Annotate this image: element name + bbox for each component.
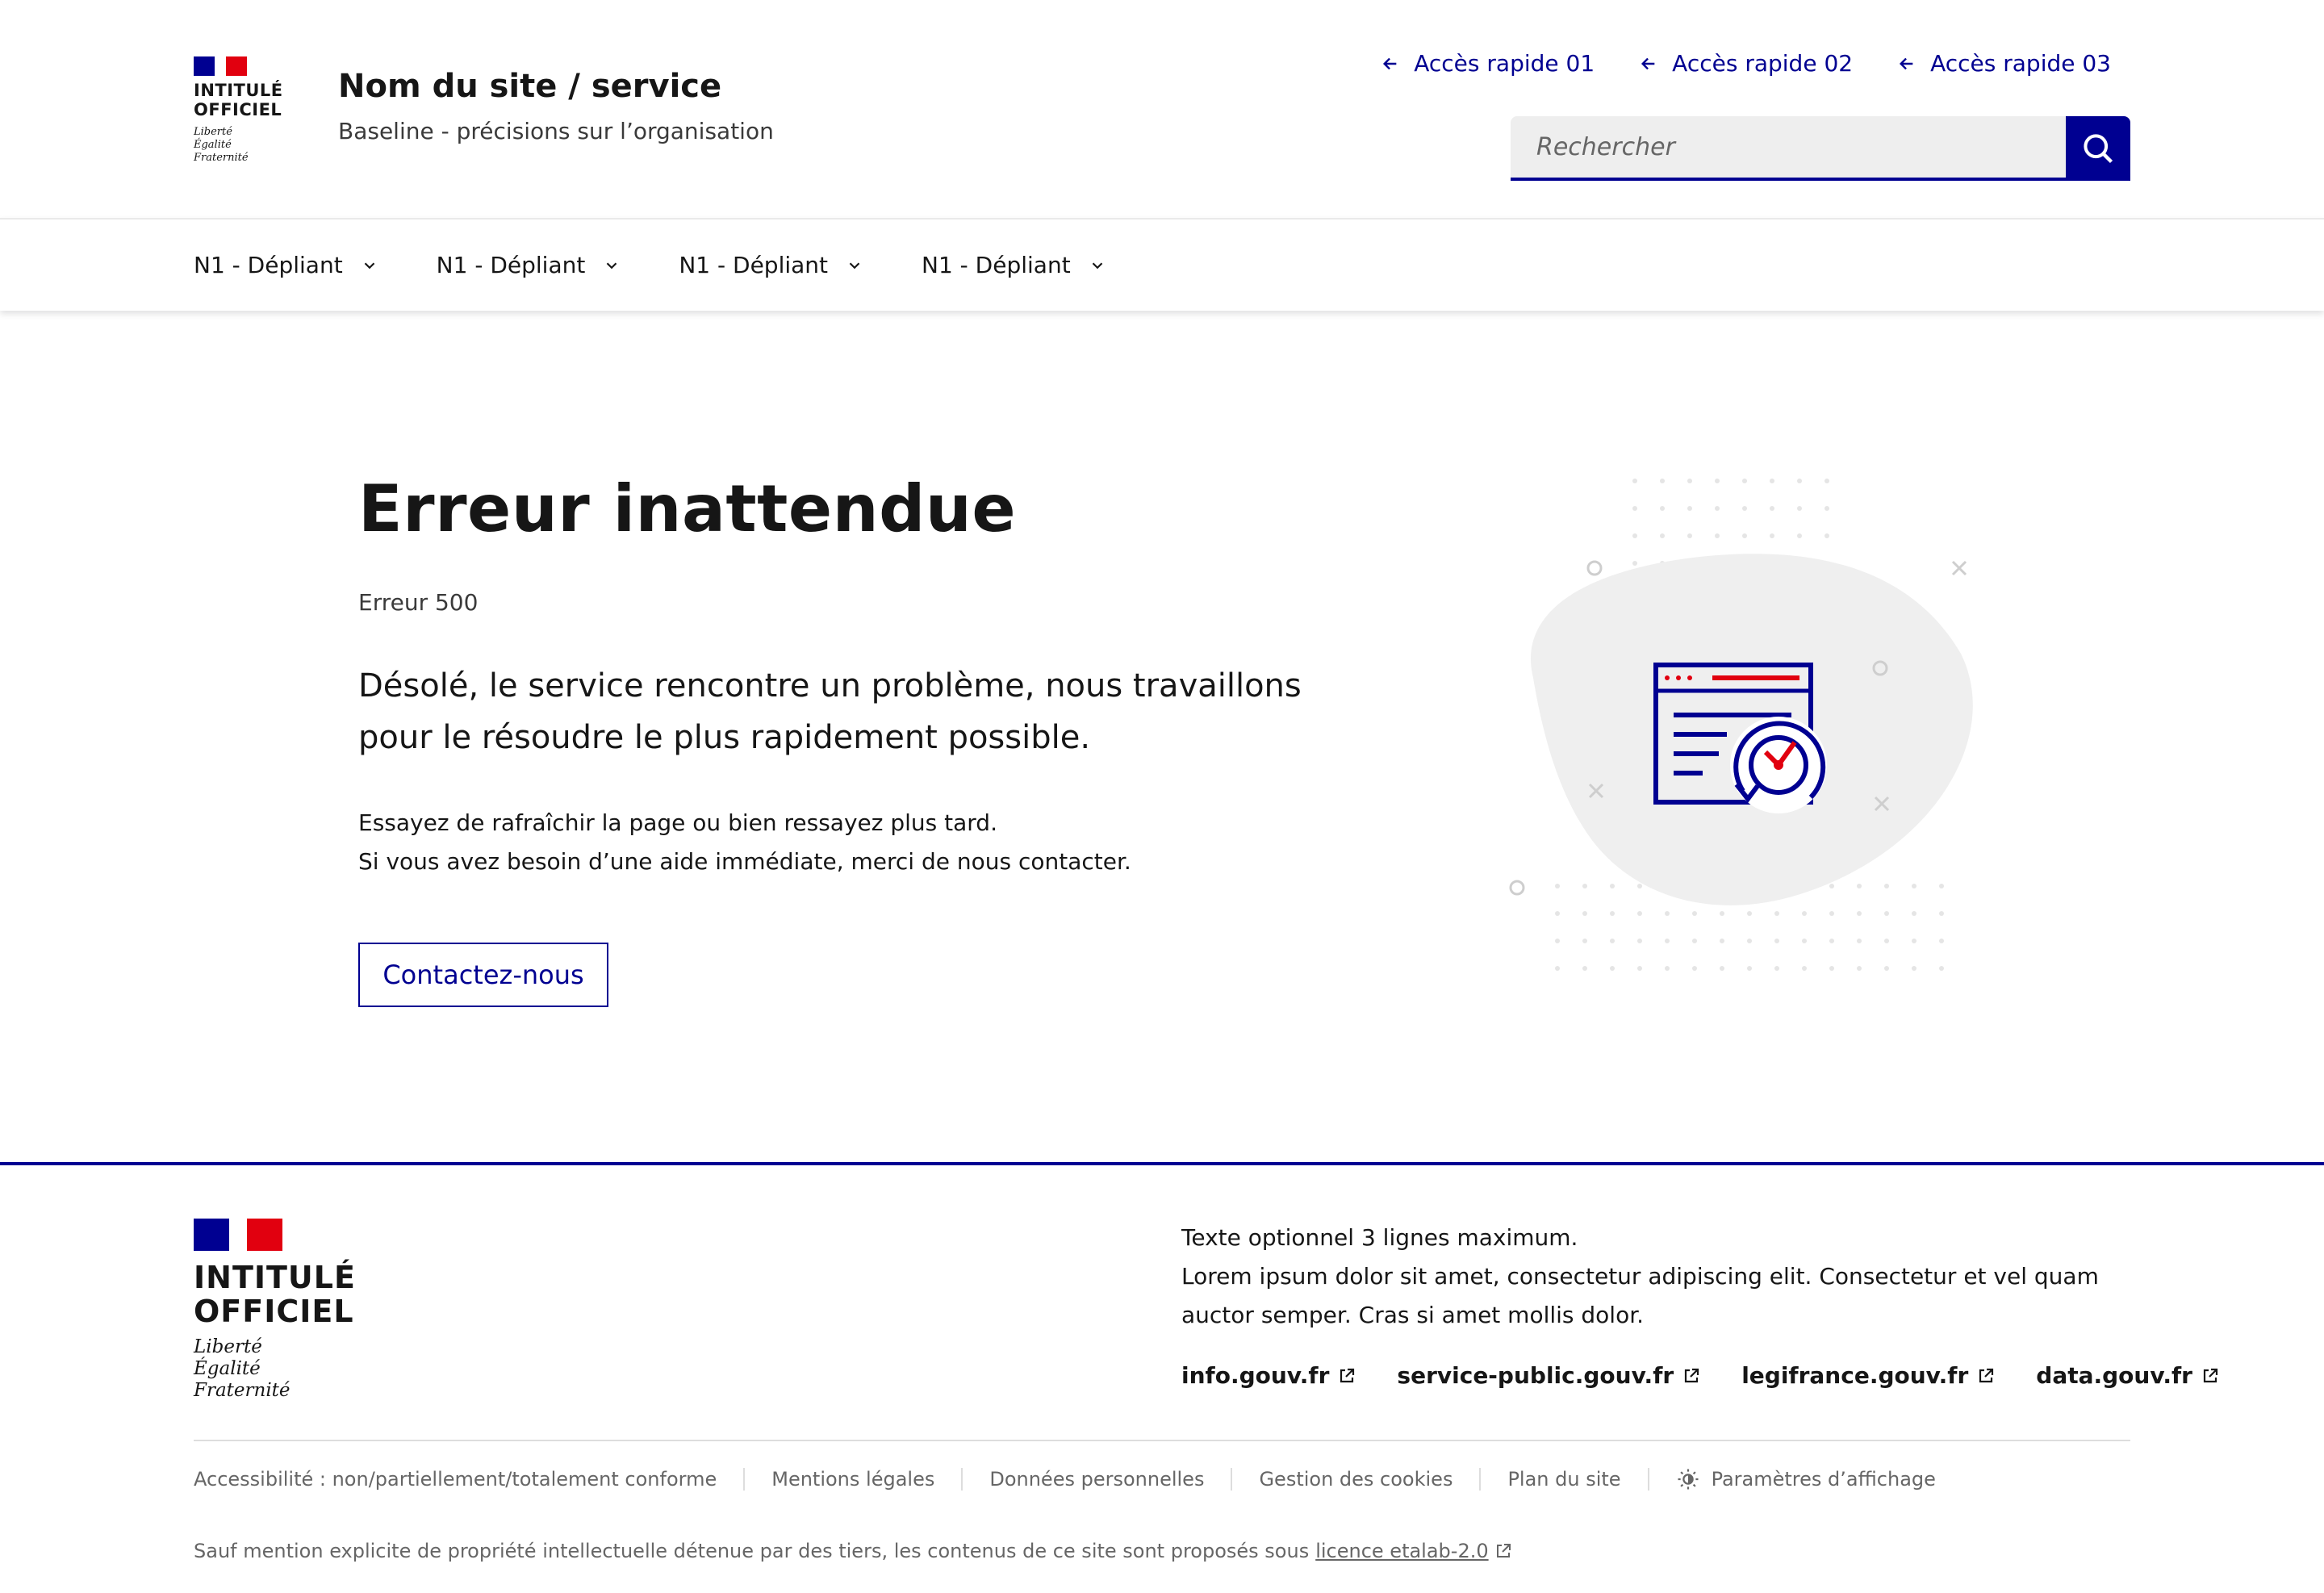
page-title: Erreur inattendue <box>358 471 1017 546</box>
footer-desc-line-1: Texte optionnel 3 lignes maximum. <box>1181 1224 1578 1251</box>
footer-license: Sauf mention explicite de propriété inte… <box>194 1540 1513 1562</box>
nav-item-label: N1 - Dépliant <box>436 252 586 278</box>
external-link-icon <box>1340 1368 1355 1382</box>
dot-grid-top <box>1632 479 1829 566</box>
error-code: Erreur 500 <box>358 589 479 616</box>
search-input[interactable] <box>1511 116 2066 181</box>
footer-bottom-links: Accessibilité : non/partiellement/totale… <box>194 1467 1936 1491</box>
license-link-label: licence etalab-2.0 <box>1315 1540 1489 1562</box>
nav-item-4[interactable]: N1 - Dépliant <box>922 220 1106 311</box>
logo-title: INTITULÉ OFFICIEL <box>194 81 283 119</box>
error-help-text: Essayez de rafraîchir la page ou bien re… <box>358 804 1327 881</box>
footer-sitemap-link[interactable]: Plan du site <box>1507 1468 1620 1491</box>
marianne-flag-icon <box>194 1219 282 1251</box>
quick-access-link-02[interactable]: Accès rapide 02 <box>1640 50 1853 77</box>
technical-error-icon <box>1509 479 1973 971</box>
nav-item-1[interactable]: N1 - Dépliant <box>194 220 378 311</box>
site-header: INTITULÉ OFFICIEL Liberté Égalité Frater… <box>0 0 2324 218</box>
theme-sun-icon <box>1678 1469 1699 1490</box>
external-link-icon <box>2203 1368 2218 1382</box>
chevron-down-icon <box>849 261 860 269</box>
help-line-2: Si vous avez besoin d’une aide immédiate… <box>358 848 1131 875</box>
quick-access-link-03[interactable]: Accès rapide 03 <box>1898 50 2111 77</box>
nav-item-label: N1 - Dépliant <box>194 252 343 278</box>
main-navigation: N1 - Dépliant N1 - Dépliant N1 - Déplian… <box>0 218 2324 311</box>
chevron-down-icon <box>607 261 617 269</box>
site-name[interactable]: Nom du site / service <box>338 68 721 105</box>
nav-item-3[interactable]: N1 - Dépliant <box>679 220 863 311</box>
chevron-down-icon <box>364 261 374 269</box>
error-lead-text: Désolé, le service rencontre un problème… <box>358 667 1302 756</box>
footer-link-label: data.gouv.fr <box>2036 1362 2192 1389</box>
external-link-icon <box>1979 1368 1994 1382</box>
footer-description: Texte optionnel 3 lignes maximum. Lorem … <box>1181 1219 2134 1335</box>
footer-cookies-link[interactable]: Gestion des cookies <box>1259 1468 1452 1491</box>
separator <box>1479 1468 1482 1491</box>
nav-item-label: N1 - Dépliant <box>922 252 1071 278</box>
separator <box>743 1468 746 1491</box>
quick-access-label: Accès rapide 03 <box>1930 50 2111 77</box>
nav-item-label: N1 - Dépliant <box>679 252 829 278</box>
help-line-1: Essayez de rafraîchir la page ou bien re… <box>358 809 997 836</box>
license-etalab-link[interactable]: licence etalab-2.0 <box>1315 1540 1512 1562</box>
footer-link-label: info.gouv.fr <box>1181 1362 1330 1389</box>
footer-link-data-gouv[interactable]: data.gouv.fr <box>2036 1362 2220 1389</box>
nav-item-2[interactable]: N1 - Dépliant <box>437 220 621 311</box>
quick-access-label: Accès rapide 01 <box>1414 50 1595 77</box>
footer-desc-line-2: Lorem ipsum dolor sit amet, consectetur … <box>1181 1263 2099 1328</box>
separator <box>961 1468 963 1491</box>
separator <box>1647 1468 1649 1491</box>
footer-link-label: legifrance.gouv.fr <box>1741 1362 1969 1389</box>
external-link-icon <box>1685 1368 1699 1382</box>
footer-link-info-gouv[interactable]: info.gouv.fr <box>1181 1362 1356 1389</box>
logo-motto: Liberté Égalité Fraternité <box>194 126 249 164</box>
license-text: Sauf mention explicite de propriété inte… <box>194 1540 1310 1562</box>
marianne-flag-icon <box>194 56 247 76</box>
arrow-left-icon <box>1641 57 1655 69</box>
separator <box>1231 1468 1233 1491</box>
footer-link-label: service-public.gouv.fr <box>1397 1362 1674 1389</box>
footer-legal-link[interactable]: Mentions légales <box>771 1468 934 1491</box>
footer-gov-links: info.gouv.fr service-public.gouv.fr legi… <box>1181 1362 2220 1389</box>
footer-personal-data-link[interactable]: Données personnelles <box>989 1468 1204 1491</box>
arrow-left-icon <box>1900 57 1913 69</box>
footer-link-legifrance[interactable]: legifrance.gouv.fr <box>1741 1362 1996 1389</box>
footer-link-service-public[interactable]: service-public.gouv.fr <box>1397 1362 1701 1389</box>
external-link-icon <box>1496 1544 1511 1557</box>
quick-access-links: Accès rapide 01 Accès rapide 02 Accès ra… <box>1381 50 2111 77</box>
arrow-left-icon <box>1383 57 1397 69</box>
display-settings-label: Paramètres d’affichage <box>1711 1468 1936 1491</box>
footer-divider <box>194 1440 2130 1441</box>
quick-access-label: Accès rapide 02 <box>1672 50 1854 77</box>
search-icon <box>2084 134 2113 164</box>
footer-display-settings-button[interactable]: Paramètres d’affichage <box>1676 1467 1936 1491</box>
footer-logo-motto: Liberté Égalité Fraternité <box>194 1336 290 1401</box>
site-footer: INTITULÉ OFFICIEL Liberté Égalité Frater… <box>0 1162 2324 1593</box>
contact-button[interactable]: Contactez-nous <box>358 943 608 1007</box>
footer-logo-title: INTITULÉ OFFICIEL <box>194 1260 356 1329</box>
quick-access-link-01[interactable]: Accès rapide 01 <box>1381 50 1595 77</box>
search-button[interactable] <box>2066 116 2130 181</box>
footer-accessibility-link[interactable]: Accessibilité : non/partiellement/totale… <box>194 1468 717 1491</box>
chevron-down-icon <box>1092 261 1102 269</box>
search-bar <box>1511 116 2130 181</box>
site-baseline: Baseline - précisions sur l’organisation <box>338 118 774 144</box>
